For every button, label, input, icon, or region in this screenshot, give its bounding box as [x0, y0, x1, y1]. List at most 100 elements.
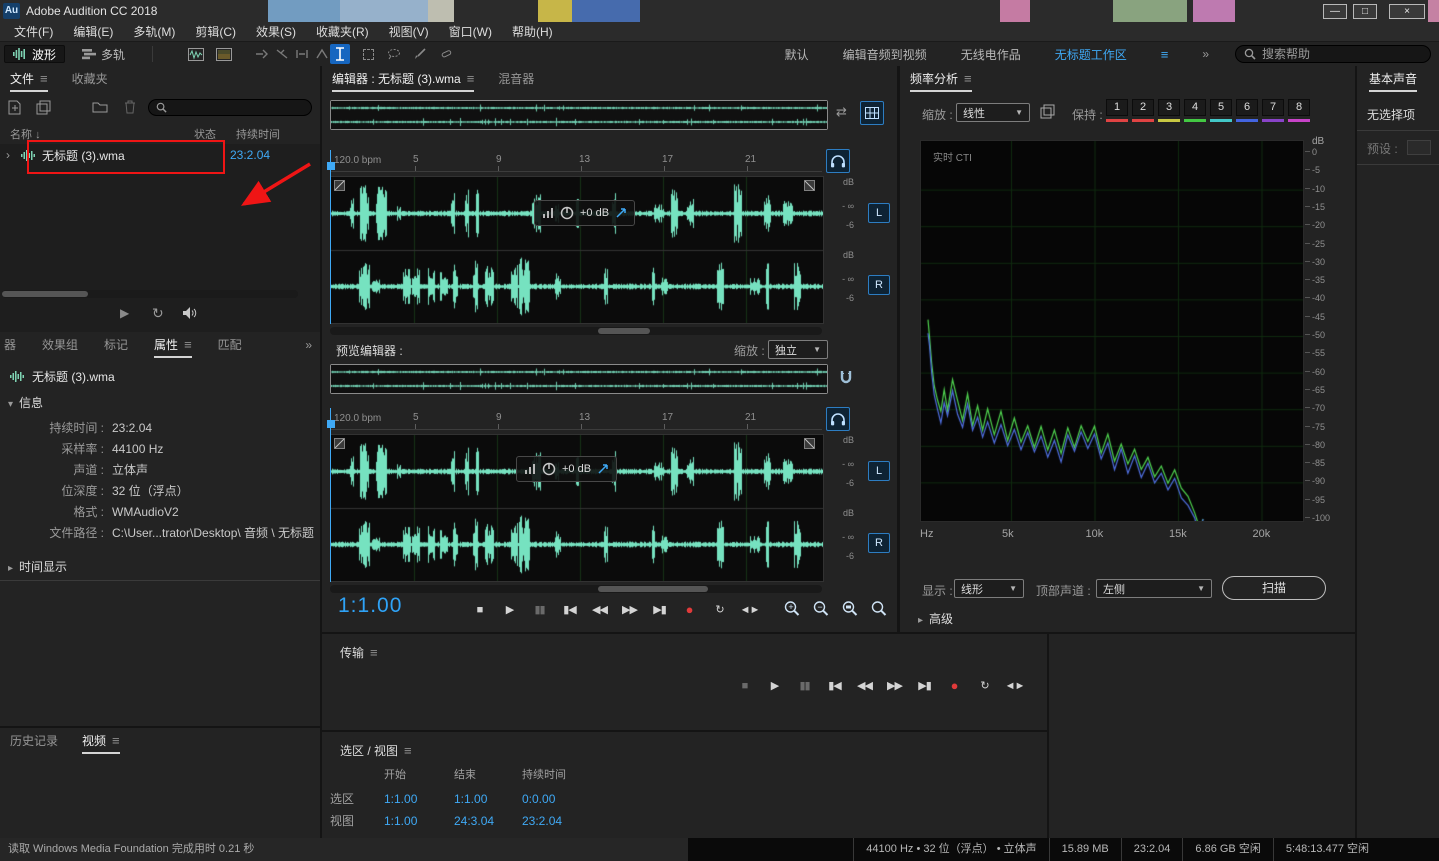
- pin-hud-icon[interactable]: [597, 463, 609, 475]
- gain-knob-icon[interactable]: [542, 462, 556, 476]
- record-button[interactable]: ●: [678, 600, 701, 619]
- preview-play-icon[interactable]: ▶: [120, 306, 129, 320]
- time-display[interactable]: 1:1.00: [338, 594, 402, 618]
- overview-strip[interactable]: [330, 100, 828, 130]
- spot-healing-tool-icon[interactable]: [436, 46, 456, 62]
- maximize-button[interactable]: □: [1353, 4, 1377, 19]
- waveform-view-button[interactable]: 波形: [4, 45, 65, 63]
- channel-left-button[interactable]: L: [868, 203, 890, 223]
- tool-icon-3[interactable]: [292, 46, 312, 62]
- menu-item[interactable]: 窗口(W): [439, 22, 502, 42]
- column-duration[interactable]: 持续时间: [236, 126, 280, 142]
- hold-button-3[interactable]: 3: [1158, 99, 1180, 122]
- panel-menu-icon[interactable]: ≡: [370, 645, 378, 660]
- preview-overview-strip[interactable]: [330, 364, 828, 394]
- spectrum-canvas[interactable]: [921, 141, 1303, 521]
- preview-playhead-line[interactable]: [330, 408, 331, 582]
- close-button[interactable]: ×: [1389, 4, 1425, 19]
- zoom-out-button[interactable]: −: [809, 598, 832, 617]
- tab-properties[interactable]: 属性≡: [154, 332, 192, 358]
- spectral-display-icon[interactable]: [214, 46, 234, 62]
- time-selection-tool-icon[interactable]: [330, 44, 350, 64]
- tab-overflow-icon[interactable]: »: [305, 338, 312, 352]
- tab-favorites[interactable]: 收藏夹: [72, 66, 108, 92]
- search-input[interactable]: [1262, 47, 1412, 61]
- headphone-monitor-icon[interactable]: [826, 407, 850, 431]
- workspace-tab[interactable]: 无线电作品: [961, 46, 1021, 63]
- record-button[interactable]: ●: [943, 676, 966, 695]
- workspace-tab[interactable]: 编辑音频到视频: [843, 46, 927, 63]
- tab-markers[interactable]: 标记: [104, 332, 128, 358]
- top-channel-select[interactable]: 左侧▼: [1096, 579, 1212, 598]
- tab-video[interactable]: 视频≡: [82, 728, 120, 754]
- files-search-field[interactable]: [148, 99, 312, 116]
- waveform-canvas[interactable]: [331, 177, 823, 323]
- minimize-button[interactable]: —: [1323, 4, 1347, 19]
- menu-item[interactable]: 文件(F): [4, 22, 63, 42]
- stop-button[interactable]: ■: [733, 676, 756, 695]
- panel-menu-icon[interactable]: ≡: [404, 743, 412, 758]
- hold-button-5[interactable]: 5: [1210, 99, 1232, 122]
- menu-item[interactable]: 多轨(M): [123, 22, 185, 42]
- copy-graph-icon[interactable]: [1040, 104, 1055, 119]
- fade-out-handle[interactable]: [804, 180, 815, 191]
- time-display-section-header[interactable]: ▸时间显示: [8, 558, 67, 575]
- tool-icon-4[interactable]: [312, 46, 332, 62]
- marquee-selection-tool-icon[interactable]: [358, 46, 378, 62]
- fast-forward-button[interactable]: ▶▶: [883, 676, 906, 695]
- zoom-to-selection-button[interactable]: [838, 598, 861, 617]
- waveform-display[interactable]: [330, 176, 824, 324]
- zoom-out-full-button[interactable]: [867, 598, 890, 617]
- panel-menu-icon[interactable]: ≡: [184, 337, 192, 352]
- multitrack-view-button[interactable]: 多轨: [74, 45, 133, 63]
- loop-playback-button[interactable]: ↻: [973, 676, 996, 695]
- lasso-selection-tool-icon[interactable]: [384, 46, 404, 62]
- workspace-tab[interactable]: 默认: [785, 46, 809, 63]
- menu-item[interactable]: 帮助(H): [502, 22, 563, 42]
- loop-playback-button[interactable]: ↻: [708, 600, 731, 619]
- hold-button-7[interactable]: 7: [1262, 99, 1284, 122]
- panel-menu-icon[interactable]: ≡: [467, 71, 475, 86]
- pin-hud-icon[interactable]: [615, 207, 627, 219]
- channel-right-button[interactable]: R: [868, 533, 890, 553]
- loop-icon[interactable]: ↻: [152, 305, 164, 322]
- scan-button[interactable]: 扫描: [1222, 576, 1326, 600]
- stop-button[interactable]: ■: [468, 600, 491, 619]
- open-file-stack-icon[interactable]: [36, 100, 51, 115]
- workspace-menu-icon[interactable]: ≡: [1161, 47, 1169, 62]
- fast-forward-button[interactable]: ▶▶: [618, 600, 641, 619]
- panel-menu-icon[interactable]: ≡: [112, 733, 120, 748]
- menu-item[interactable]: 编辑(E): [63, 22, 123, 42]
- headphone-monitor-icon[interactable]: [826, 149, 850, 173]
- waveform-display-icon[interactable]: [186, 46, 206, 62]
- display-select[interactable]: 线形▼: [954, 579, 1024, 598]
- fade-out-handle[interactable]: [804, 438, 815, 449]
- titlebar[interactable]: Au Adobe Audition CC 2018 — □ ×: [0, 0, 1439, 22]
- fade-in-handle[interactable]: [334, 438, 345, 449]
- hold-button-4[interactable]: 4: [1184, 99, 1206, 122]
- play-button[interactable]: ▶: [763, 676, 786, 695]
- pause-button[interactable]: ▮▮: [793, 676, 816, 695]
- grid-view-toggle-icon[interactable]: [860, 101, 884, 125]
- channel-right-button[interactable]: R: [868, 275, 890, 295]
- preset-select[interactable]: [1407, 140, 1431, 155]
- menu-item[interactable]: 收藏夹(R): [306, 22, 379, 42]
- skip-to-end-button[interactable]: ▶▮: [648, 600, 671, 619]
- tab-frequency-analysis[interactable]: 频率分析≡: [910, 66, 972, 92]
- preview-hscrollbar[interactable]: [330, 585, 822, 593]
- rewind-button[interactable]: ◀◀: [853, 676, 876, 695]
- hold-button-6[interactable]: 6: [1236, 99, 1258, 122]
- expand-chevron-icon[interactable]: ›: [0, 148, 16, 162]
- tab-essential-sound[interactable]: 基本声音: [1369, 66, 1417, 92]
- new-folder-icon[interactable]: [92, 100, 108, 113]
- editor-hscrollbar[interactable]: [330, 327, 822, 335]
- preview-gain-hud[interactable]: +0 dB: [516, 456, 617, 482]
- info-section-header[interactable]: ▾信息: [8, 394, 43, 411]
- skip-selection-button[interactable]: ◄►: [1003, 676, 1026, 695]
- channel-left-button[interactable]: L: [868, 461, 890, 481]
- tool-icon-1[interactable]: [252, 46, 272, 62]
- panel-menu-icon[interactable]: ≡: [964, 71, 972, 86]
- preview-ruler[interactable]: 120.0 bpm 59131721: [330, 408, 822, 430]
- snap-magnet-icon[interactable]: [838, 369, 854, 385]
- scale-select[interactable]: 线性▼: [956, 103, 1030, 122]
